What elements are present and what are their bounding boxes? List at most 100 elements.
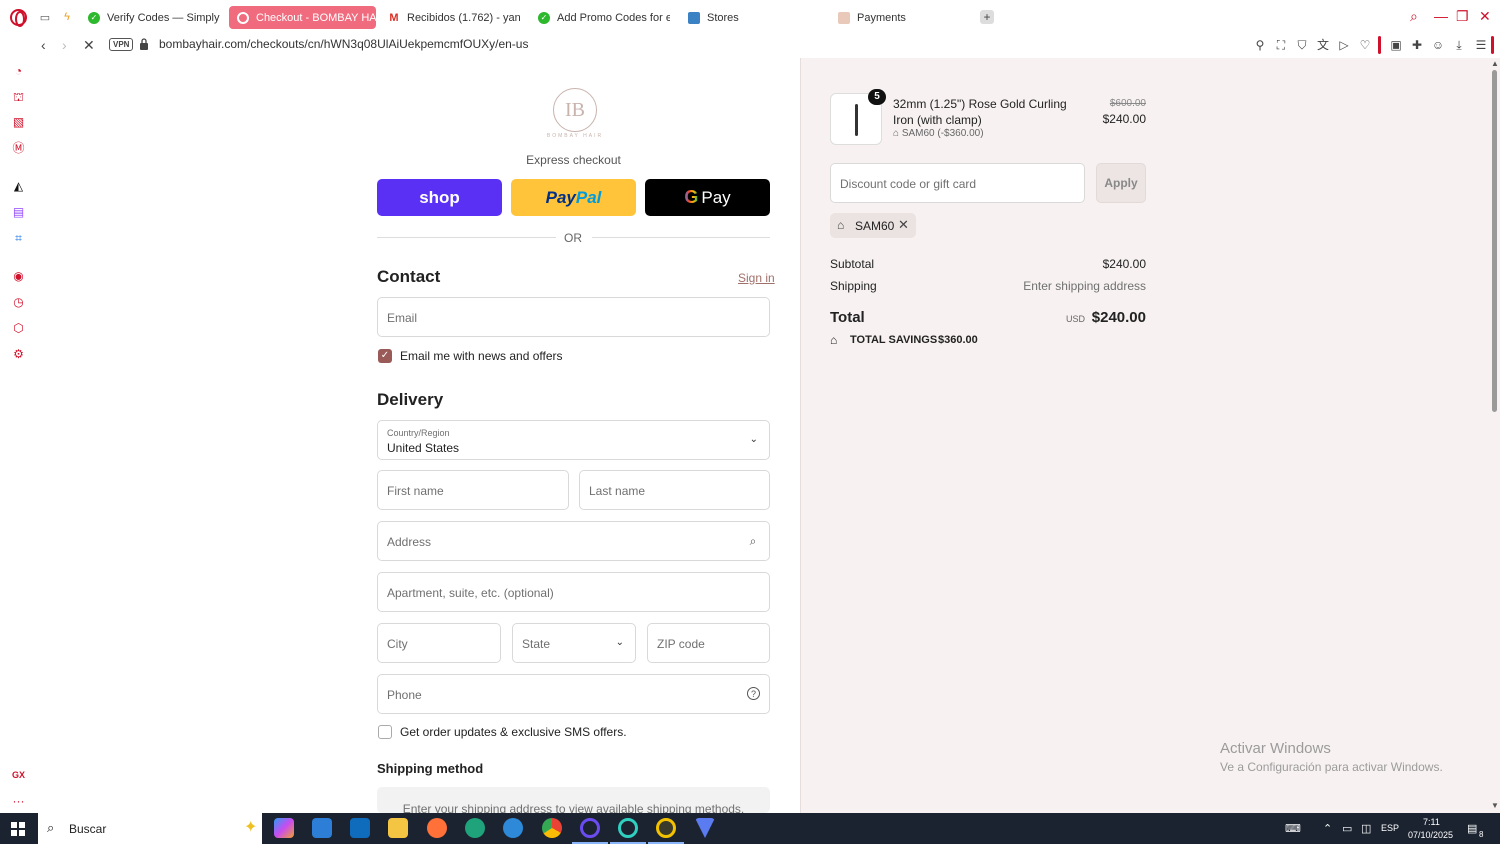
quantity-badge: 5: [868, 89, 886, 105]
bombay-hair-logo[interactable]: IB: [553, 88, 597, 132]
minimize-icon[interactable]: —: [1434, 8, 1448, 24]
translate-sidebar-icon[interactable]: ⌗: [11, 231, 26, 246]
tab-payments[interactable]: Payments: [830, 6, 970, 29]
firefox-icon[interactable]: [427, 818, 447, 838]
newsletter-label[interactable]: Email me with news and offers: [400, 349, 563, 363]
newsletter-checkbox[interactable]: ✓: [378, 349, 392, 363]
back-icon[interactable]: ‹: [41, 37, 46, 53]
state-select[interactable]: State ⌄: [512, 623, 636, 663]
gx-icon[interactable]: GX: [11, 768, 26, 783]
profile-icon[interactable]: ☺: [1431, 38, 1445, 52]
lock-icon[interactable]: [139, 38, 149, 50]
edge-beta-icon[interactable]: [503, 818, 523, 838]
twitch-icon[interactable]: ▤: [11, 205, 26, 220]
translate-icon[interactable]: 文: [1316, 38, 1330, 52]
sign-in-link[interactable]: Sign in: [738, 271, 775, 285]
help-circle-icon[interactable]: ?: [747, 687, 760, 700]
chrome-icon[interactable]: [542, 818, 562, 838]
shipping-value: Enter shipping address: [1023, 279, 1146, 293]
store-app-icon[interactable]: [312, 818, 332, 838]
vpn-badge[interactable]: VPN: [109, 38, 134, 51]
volume-icon[interactable]: ◫: [1361, 822, 1371, 835]
apply-discount-button[interactable]: Apply: [1096, 163, 1146, 203]
workspaces-icon[interactable]: ▭: [38, 10, 52, 24]
snapshot-icon[interactable]: ⛶: [1274, 38, 1288, 52]
opera-air-icon[interactable]: [580, 818, 600, 838]
close-window-icon[interactable]: ✕: [1479, 8, 1491, 25]
discount-code-field[interactable]: Discount code or gift card: [830, 163, 1085, 203]
gmail-sidebar-icon[interactable]: Ⓜ: [11, 141, 26, 156]
settings-gear-icon[interactable]: ⚙: [11, 347, 26, 362]
vpn-app-icon[interactable]: [695, 818, 715, 838]
opera-menu-icon[interactable]: [10, 9, 27, 27]
url-field[interactable]: bombayhair.com/checkouts/cn/hWN3q08UlAiU…: [159, 37, 528, 51]
windows-start-icon[interactable]: [11, 822, 25, 836]
stop-loading-icon[interactable]: ✕: [83, 37, 95, 54]
extensions-sidebar-icon[interactable]: ⬡: [11, 321, 26, 336]
easy-setup-icon[interactable]: ☰: [1474, 38, 1488, 52]
tab-verify-codes[interactable]: ✓ Verify Codes — SimplyCo: [80, 6, 220, 29]
subtotal-value: $240.00: [1102, 257, 1146, 271]
country-select[interactable]: Country/Region United States ⌄: [377, 420, 770, 460]
sms-checkbox[interactable]: [378, 725, 392, 739]
tab-promo-codes[interactable]: ✓ Add Promo Codes for eB: [530, 6, 670, 29]
sms-label[interactable]: Get order updates & exclusive SMS offers…: [400, 725, 627, 739]
edge-icon[interactable]: [465, 818, 485, 838]
keyboard-icon[interactable]: ⌨: [1285, 822, 1301, 835]
last-name-field[interactable]: Last name: [579, 470, 770, 510]
app-store-icon[interactable]: ◭: [11, 179, 26, 194]
clock-date[interactable]: 07/10/2025: [1408, 830, 1453, 840]
notifications-icon[interactable]: ▤: [1467, 822, 1477, 835]
shop-pay-button[interactable]: shop: [377, 179, 502, 216]
puzzle-extensions-icon[interactable]: ✚: [1410, 38, 1424, 52]
email-field[interactable]: Email: [377, 297, 770, 337]
player-sidebar-icon[interactable]: ◉: [11, 269, 26, 284]
copilot-sparkle-icon: ✦: [244, 819, 258, 836]
first-name-field[interactable]: First name: [377, 470, 569, 510]
shopping-icon[interactable]: ⛫: [11, 90, 26, 105]
apartment-field[interactable]: Apartment, suite, etc. (optional): [377, 572, 770, 612]
player-icon[interactable]: ▷: [1337, 38, 1351, 52]
clock-time[interactable]: 7:11: [1423, 817, 1440, 827]
tab-checkout[interactable]: Checkout - BOMBAY HAI: [229, 6, 376, 29]
new-tab-plus-icon[interactable]: +: [980, 10, 994, 24]
opera-icon[interactable]: [656, 818, 676, 838]
city-field[interactable]: City: [377, 623, 501, 663]
aria-icon[interactable]: ◔: [11, 64, 26, 79]
forward-icon[interactable]: ›: [62, 37, 67, 53]
paypal-button[interactable]: Pay Pal: [511, 179, 636, 216]
adblock-icon[interactable]: ⛉: [1295, 38, 1309, 52]
scroll-up-icon[interactable]: ▲: [1491, 59, 1499, 68]
speed-dial-icon[interactable]: ϟ: [60, 10, 74, 24]
scroll-down-icon[interactable]: ▼: [1491, 801, 1499, 810]
chevron-down-icon: ⌄: [615, 637, 624, 648]
scroll-thumb[interactable]: [1492, 70, 1497, 412]
restore-icon[interactable]: ❐: [1456, 8, 1469, 25]
remove-discount-icon[interactable]: ✕: [898, 217, 909, 233]
pin-icon[interactable]: ⚲: [1253, 38, 1267, 52]
language-indicator[interactable]: ESP: [1381, 823, 1399, 833]
google-pay-button[interactable]: G Pay: [645, 179, 770, 216]
outlook-app-icon[interactable]: [350, 818, 370, 838]
phone-field[interactable]: Phone ?: [377, 674, 770, 714]
page-scrollbar[interactable]: ▲ ▼: [1490, 58, 1500, 813]
file-explorer-icon[interactable]: [388, 818, 408, 838]
copilot-app-icon[interactable]: [274, 818, 294, 838]
zip-code-field[interactable]: ZIP code: [647, 623, 770, 663]
tab-gmail[interactable]: M Recibidos (1.762) - yanet: [380, 6, 520, 29]
opera-gx-icon[interactable]: [618, 818, 638, 838]
history-icon[interactable]: ◷: [11, 295, 26, 310]
search-tabs-icon[interactable]: ⌕: [1410, 8, 1418, 25]
more-dots-icon[interactable]: ···: [11, 794, 26, 809]
heart-icon[interactable]: ♡: [1358, 38, 1372, 52]
address-field[interactable]: Address ⌕: [377, 521, 770, 561]
tray-chevron-up-icon[interactable]: ⌃: [1323, 822, 1332, 835]
download-icon[interactable]: ⤓: [1452, 38, 1466, 52]
chevron-down-icon: ⌄: [749, 434, 758, 445]
tab-stores[interactable]: Stores: [680, 6, 820, 29]
network-icon[interactable]: ▭: [1342, 822, 1352, 835]
taskbar-search-box[interactable]: ⌕ Buscar ✦: [38, 813, 262, 844]
extension-icon[interactable]: ▣: [1389, 38, 1403, 52]
pinboard-icon[interactable]: ▧: [11, 115, 26, 130]
windows-taskbar: ⌕ Buscar ✦ ⌨ ⌃ ▭ ◫ ESP 7:11 07/10/2025 ▤…: [0, 813, 1500, 844]
